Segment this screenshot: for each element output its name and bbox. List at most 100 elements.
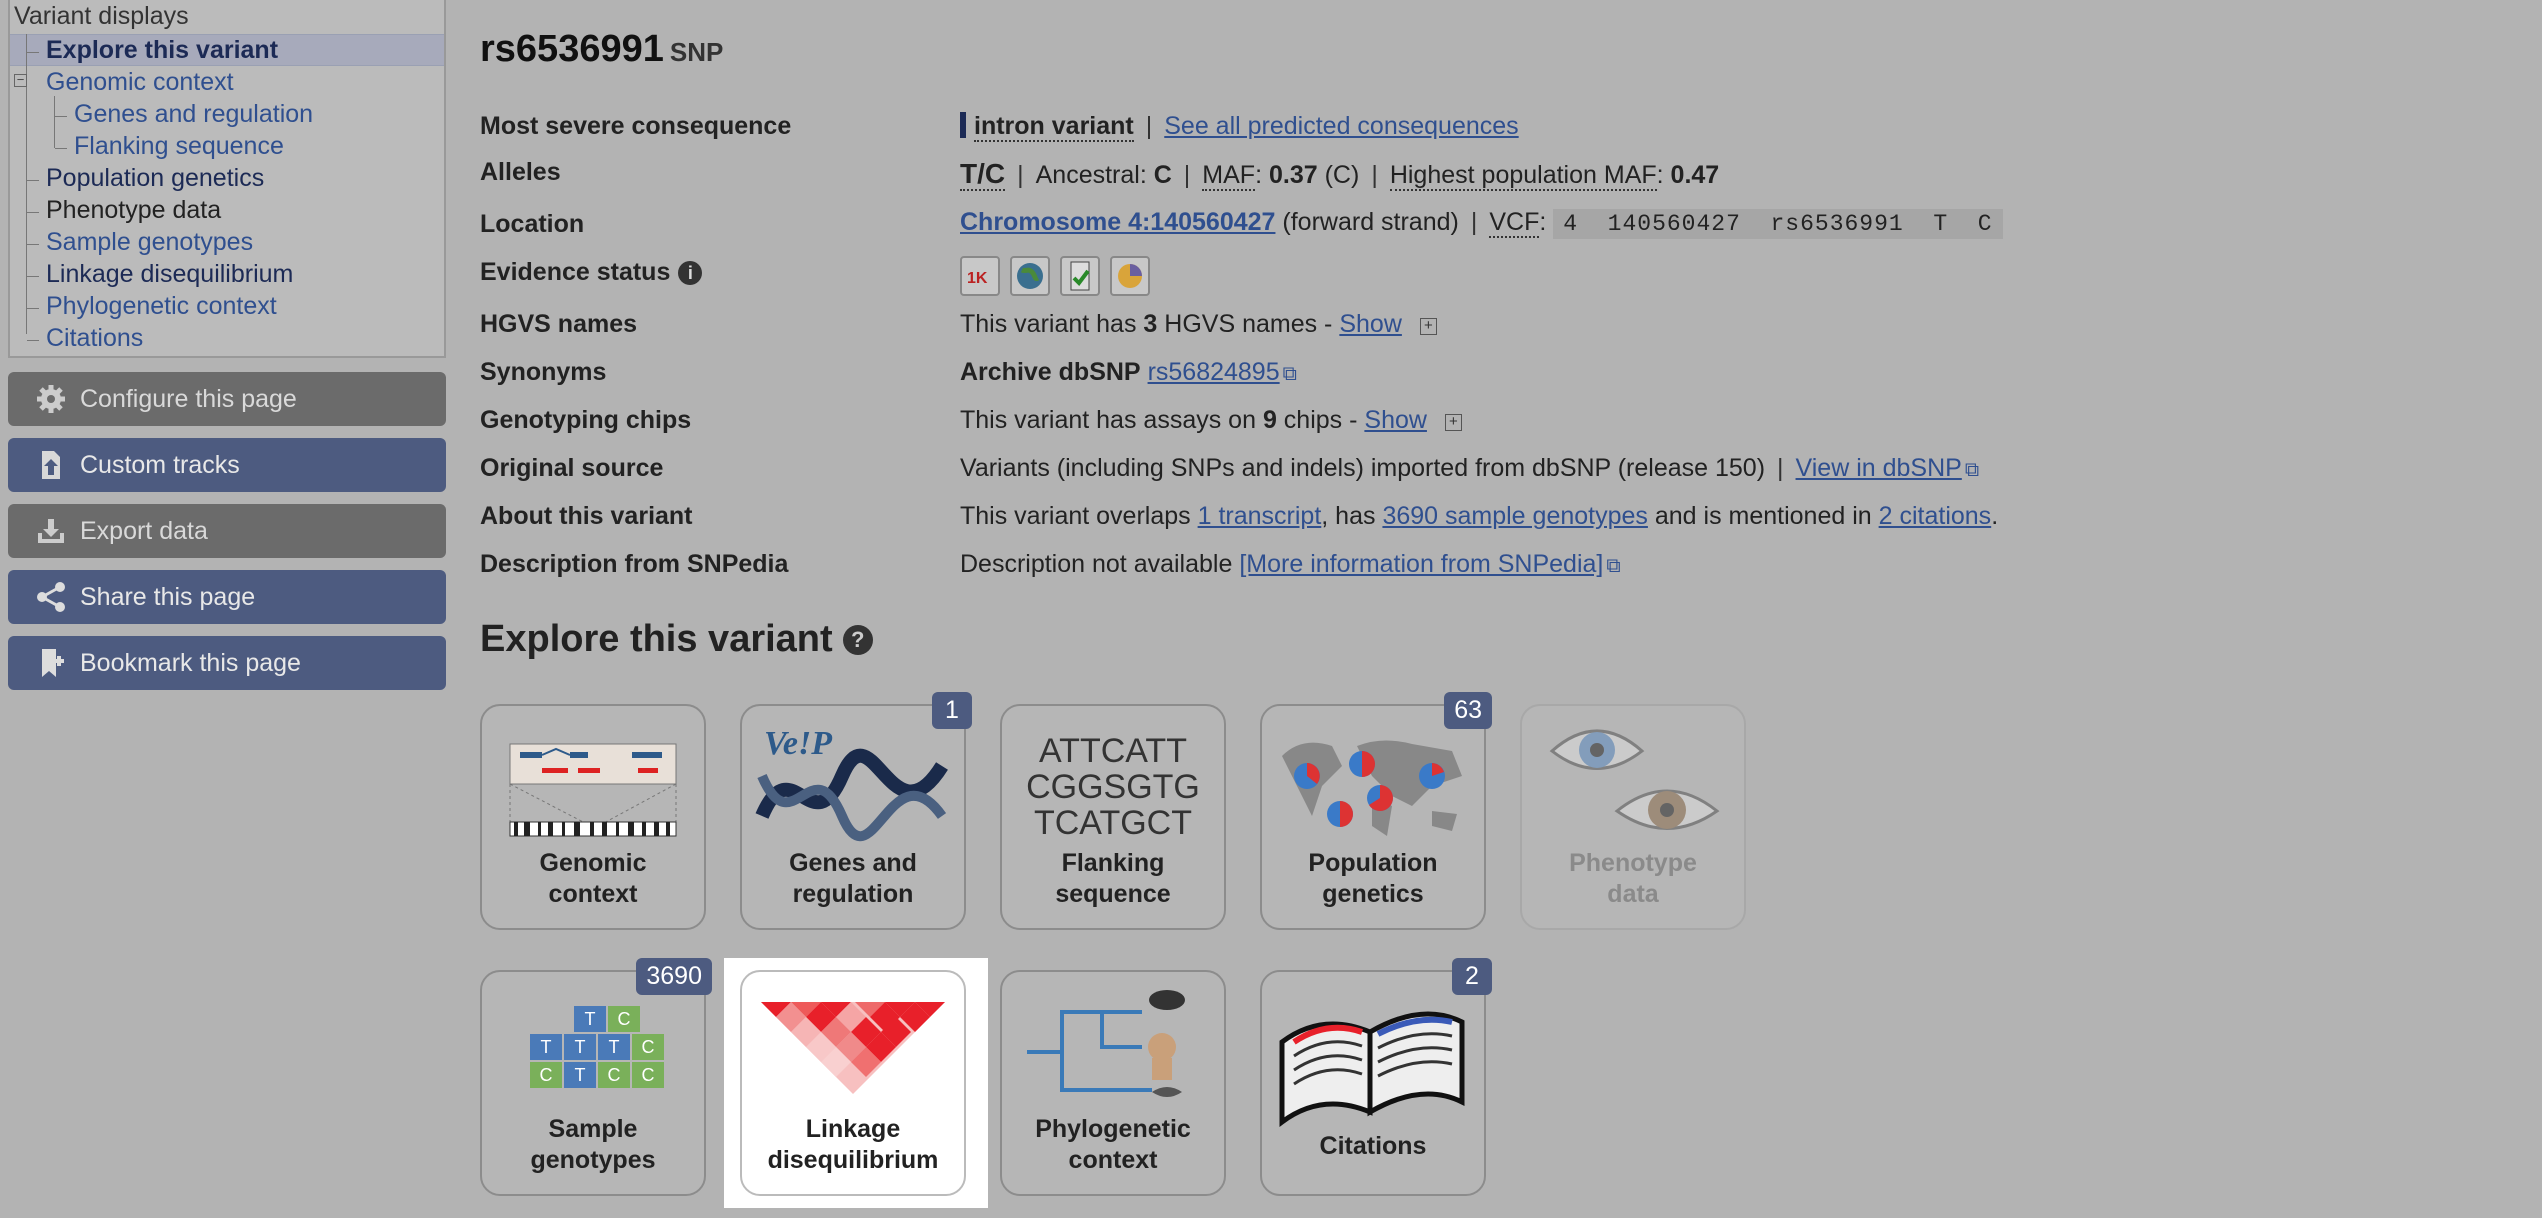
nav-item-citations[interactable]: Citations — [46, 324, 143, 353]
collapse-icon[interactable]: − — [14, 73, 27, 87]
synonym-link[interactable]: rs56824895 — [1148, 358, 1280, 386]
tile-genes-regulation[interactable]: Ve!P 1 Genes and regulation — [740, 692, 972, 930]
tile-label-line2: genetics — [1322, 880, 1424, 908]
nav-item-population-genetics[interactable]: Population genetics — [46, 164, 264, 193]
evidence-label-text: Evidence status — [480, 258, 671, 286]
consequence-term: intron variant — [974, 112, 1134, 142]
chips-show-link[interactable]: Show — [1364, 406, 1427, 434]
1000-genomes-evidence-icon[interactable]: 1K — [960, 256, 1000, 296]
synonyms-value: Archive dbSNP rs56824895 ⧉ — [960, 358, 1297, 387]
genotype-cell: C — [642, 1065, 655, 1085]
allele-string: T/C — [960, 158, 1006, 191]
nav-item-linkage-disequilibrium[interactable]: Linkage disequilibrium — [46, 260, 293, 289]
chips-suffix: chips - — [1283, 406, 1358, 434]
tree-line — [27, 244, 39, 245]
tree-line — [27, 340, 39, 341]
tile-label-line2: context — [548, 880, 638, 908]
nav-item-phylogenetic-context[interactable]: Phylogenetic context — [46, 292, 277, 321]
nav-item-sample-genotypes[interactable]: Sample genotypes — [46, 228, 253, 257]
hgvs-suffix: HGVS names - — [1164, 310, 1333, 338]
custom-tracks-button[interactable]: Custom tracks — [8, 438, 446, 492]
view-in-dbsnp-link[interactable]: View in dbSNP — [1796, 454, 1962, 482]
external-link-icon: ⧉ — [1964, 459, 1980, 481]
source-value: Variants (including SNPs and indels) imp… — [960, 454, 1980, 482]
nav-item-flanking-sequence[interactable]: Flanking sequence — [74, 132, 284, 161]
genotype-cell: C — [618, 1009, 631, 1029]
citations-link[interactable]: 2 citations — [1879, 502, 1992, 530]
tile-label-line1: Genes and — [789, 849, 917, 877]
tile-population-genetics[interactable]: 63 Population genetics — [1260, 692, 1492, 930]
bookmark-page-button[interactable]: Bookmark this page — [8, 636, 446, 690]
nav-item-genomic-context[interactable]: Genomic context — [46, 68, 234, 97]
tile-flanking-sequence[interactable]: ATTCATT CGGSGTG TCATGCT Flanking sequence — [1000, 704, 1226, 930]
tile-label-line2: regulation — [792, 880, 914, 908]
help-icon[interactable]: ? — [842, 625, 873, 655]
evidence-icons: 1K — [960, 256, 1160, 296]
chips-prefix: This variant has assays on — [960, 406, 1256, 434]
tile-label-line2: genotypes — [530, 1146, 656, 1174]
evidence-label: Evidence status i — [480, 258, 703, 287]
cited-evidence-icon[interactable] — [1060, 256, 1100, 296]
phenotype-evidence-icon[interactable] — [1110, 256, 1150, 296]
tile-label: Phenotype data — [1522, 848, 1744, 910]
sample-genotypes-link[interactable]: 3690 sample genotypes — [1382, 502, 1647, 530]
source-label: Original source — [480, 454, 664, 482]
export-data-button[interactable]: Export data — [8, 504, 446, 558]
source-text: Variants (including SNPs and indels) imp… — [960, 454, 1766, 482]
gear-icon — [34, 383, 68, 415]
chips-value: This variant has assays on 9 chips - Sho… — [960, 406, 1462, 435]
variant-id: rs6536991 — [480, 28, 664, 70]
tile-linkage-disequilibrium[interactable]: Linkage disequilibrium — [740, 970, 966, 1196]
genotype-cell: C — [608, 1065, 621, 1085]
vcf-label: VCF — [1489, 208, 1540, 238]
tree-line — [55, 148, 67, 149]
tile-label-line1: Population — [1308, 849, 1438, 877]
variant-type: SNP — [669, 37, 724, 67]
expand-icon[interactable]: + — [1419, 318, 1437, 335]
tile-label: Genes and regulation — [742, 848, 964, 910]
tile-label: Sample genotypes — [482, 1114, 704, 1176]
configure-page-label: Configure this page — [80, 384, 297, 413]
nav-item-explore[interactable]: Explore this variant — [46, 36, 278, 65]
export-data-label: Export data — [80, 516, 208, 545]
configure-page-button[interactable]: Configure this page — [8, 372, 446, 426]
location-value: Chromosome 4:140560427 (forward strand) |… — [960, 208, 2003, 239]
tile-label-line1: Flanking — [1061, 849, 1165, 877]
frequency-evidence-icon[interactable] — [1010, 256, 1050, 296]
chromosome-location-link[interactable]: Chromosome 4:140560427 — [960, 208, 1275, 236]
tree-line — [27, 212, 39, 213]
expand-icon[interactable]: + — [1444, 414, 1462, 431]
tile-sample-genotypes[interactable]: T C T T T C C T C C 3690 Sample genotypes — [480, 958, 712, 1196]
consequence-color-bar — [960, 112, 966, 138]
flank-row: CGGSGTG — [1026, 768, 1200, 806]
snpedia-link[interactable]: [More information from SNPedia] — [1239, 550, 1603, 578]
external-link-icon: ⧉ — [1282, 363, 1297, 385]
tile-citations[interactable]: 2 Citations — [1260, 958, 1492, 1196]
genotype-cell: T — [541, 1037, 552, 1057]
genomic-context-icon — [509, 743, 677, 837]
eye-icon — [1549, 729, 1720, 830]
nav-item-genes-regulation[interactable]: Genes and regulation — [74, 100, 313, 129]
hgvs-show-link[interactable]: Show — [1339, 310, 1402, 338]
info-icon[interactable]: i — [678, 261, 703, 285]
tile-label-line1: Linkage — [805, 1115, 901, 1143]
transcript-link[interactable]: 1 transcript — [1198, 502, 1322, 530]
about-value: This variant overlaps 1 transcript, has … — [960, 502, 1998, 531]
tile-phylogenetic-context[interactable]: Phylogenetic context — [1000, 970, 1226, 1196]
share-page-button[interactable]: Share this page — [8, 570, 446, 624]
genotype-cell: T — [609, 1037, 620, 1057]
tile-label: Genomic context — [482, 848, 704, 910]
tile-label-line1: Phylogenetic — [1035, 1115, 1191, 1143]
all-consequences-link[interactable]: See all predicted consequences — [1164, 112, 1518, 140]
maf-allele: (C) — [1324, 161, 1360, 189]
tile-label-line1: Phenotype — [1569, 849, 1697, 877]
tile-label: Linkage disequilibrium — [742, 1114, 964, 1176]
consequence-value: intron variant | See all predicted consequ… — [960, 112, 1519, 142]
hgvs-value: This variant has 3 HGVS names - Show + — [960, 310, 1437, 339]
vcf-string: 4 140560427 rs6536991 T C — [1553, 209, 2003, 239]
tree-line — [54, 96, 55, 148]
alleles-label: Alleles — [480, 158, 561, 186]
tile-genomic-context[interactable]: Genomic context — [480, 704, 706, 930]
variant-displays-nav: Variant displays − Explore this variant … — [8, 0, 446, 358]
highest-maf-value: 0.47 — [1670, 161, 1720, 189]
